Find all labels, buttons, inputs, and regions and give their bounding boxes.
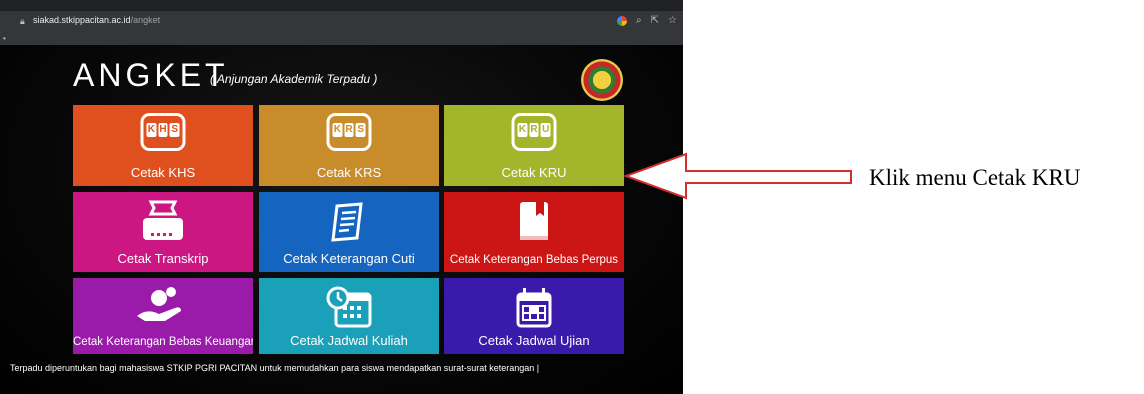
callout-arrow	[623, 152, 852, 200]
callout-text: Klik menu Cetak KRU	[869, 165, 1081, 190]
